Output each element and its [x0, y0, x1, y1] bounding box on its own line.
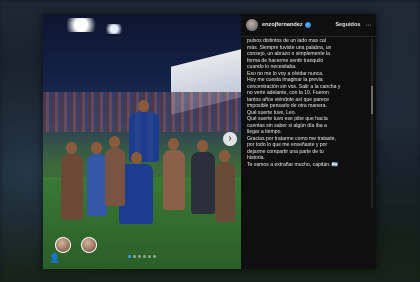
verified-badge-icon: ✓: [304, 22, 311, 28]
instagram-post-card: › 👤 enzojfernandez ✓ Seguidos ··· pulsos…: [43, 14, 376, 269]
following-button[interactable]: Seguidos: [335, 22, 360, 28]
caption-line: Te vamos a extrañar mucho, capitán. 🇦🇷: [247, 161, 339, 168]
author-avatar[interactable]: [246, 19, 258, 31]
post-photo[interactable]: › 👤: [43, 14, 241, 269]
carousel-dot[interactable]: [133, 255, 136, 258]
stadium-light: [61, 18, 101, 32]
player-figure: [105, 148, 125, 206]
carousel-dot[interactable]: [148, 255, 151, 258]
player-head: [91, 142, 102, 154]
player-figure: [61, 154, 83, 220]
post-caption: pulsos distintos de un lado mas cal más. …: [247, 38, 366, 208]
player-figure: [191, 152, 215, 214]
player-head: [109, 136, 120, 148]
post-header: enzojfernandez ✓ Seguidos ···: [241, 14, 376, 37]
caption-scrollbar-thumb[interactable]: [371, 86, 373, 114]
caption-scrollbar-track[interactable]: [371, 38, 373, 208]
author-username[interactable]: enzojfernandez: [262, 22, 303, 28]
player-figure: [87, 154, 107, 216]
carousel-dot[interactable]: [153, 255, 156, 258]
player-head: [131, 152, 142, 164]
carousel-dot[interactable]: [138, 255, 141, 258]
carousel-dots: [43, 245, 241, 263]
player-figure: [163, 150, 185, 210]
stadium-light: [103, 24, 125, 34]
player-head: [138, 100, 149, 112]
player-head: [219, 150, 230, 162]
more-options-icon[interactable]: ···: [366, 22, 372, 29]
player-head: [66, 142, 77, 154]
player-figure: [215, 162, 235, 222]
carousel-dot[interactable]: [143, 255, 146, 258]
player-head: [168, 138, 179, 150]
next-slide-button[interactable]: ›: [223, 132, 237, 146]
post-panel: enzojfernandez ✓ Seguidos ··· pulsos dis…: [241, 14, 376, 269]
post-footer-area: [241, 208, 376, 269]
player-head: [197, 140, 208, 152]
carousel-dot[interactable]: [128, 255, 131, 258]
